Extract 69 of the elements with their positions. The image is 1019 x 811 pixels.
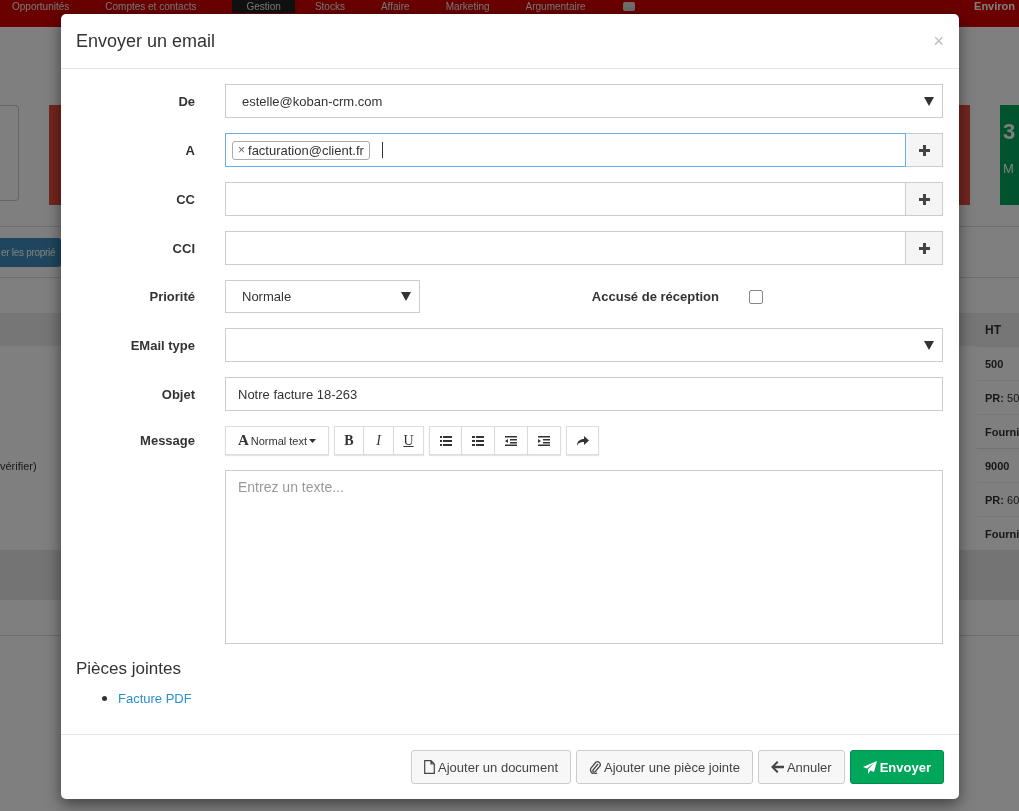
bullet-list-button[interactable] [429,426,462,455]
brand-title: Environ [974,0,1016,14]
field-label: A [184,142,195,158]
caret-icon [924,96,934,106]
table-cell: 500 [985,357,1004,370]
redo-icon [576,435,589,446]
outdent-icon [505,435,517,446]
remove-tag-button[interactable]: × [238,143,245,157]
format-dropdown[interactable]: ANormal text [225,426,329,455]
style-button[interactable]: I [364,426,394,455]
cancel-button[interactable]: Annuler [757,750,845,784]
text-cursor [381,142,383,158]
attachment-link[interactable]: Facture PDF [118,691,192,706]
select-field[interactable] [225,328,943,362]
stat-value: 3 [1003,118,1017,146]
send-button[interactable]: Envoyer [849,750,944,784]
list-icon [439,435,452,446]
stat-label: M [1003,161,1015,176]
table-cell: Fourni [985,527,1019,540]
table-cell: PR: 60 [985,493,1019,506]
attachments-heading: Pièces jointes [76,659,182,679]
arrow-left-icon [770,761,784,773]
plus-icon [918,242,930,254]
attach-button[interactable]: Ajouter une pièce jointe [576,750,753,784]
style-button[interactable]: B [334,426,364,455]
table-cell: 9000 [985,459,1010,472]
priority-select[interactable]: Normale [225,280,420,313]
list-icon [472,435,484,446]
subject-field[interactable]: Notre facture 18-263 [225,377,943,411]
caret-icon [309,438,317,443]
paperclip-icon [589,760,601,774]
redo-button[interactable] [566,426,599,455]
recipient-field[interactable] [225,182,906,216]
paper-plane-icon [862,760,877,774]
outdent-button[interactable] [495,426,528,455]
bullet-icon [102,696,107,701]
table-cell: vérifier) [0,459,37,472]
table-cell: PR: 50 [985,391,1019,404]
add-button[interactable] [906,133,943,167]
caret-icon [401,292,411,301]
recipient-tag: × facturation@client.fr [232,140,370,160]
style-button[interactable]: U [394,426,424,455]
indent-button[interactable] [528,426,561,455]
message-editor[interactable]: Entrez un texte... [225,470,943,644]
caret-icon [924,340,934,350]
field-label: Message [139,433,195,448]
file-icon [424,760,436,774]
plus-icon [918,144,930,156]
recipient-field[interactable]: × facturation@client.fr [225,133,906,167]
nav-tab[interactable]: Gestion [232,0,295,13]
indent-icon [538,435,550,446]
dialog-title: Envoyer un email [76,30,216,52]
receipt-checkbox[interactable] [749,289,763,304]
plus-icon [918,193,930,205]
field-label: Accusé de réception [590,289,719,304]
column-header: HT [985,322,1002,337]
field-label: CCI [171,240,195,256]
select-field[interactable]: estelle@koban-crm.com [225,84,943,118]
table-cell: Fourni [985,425,1019,438]
add-button[interactable] [906,182,943,216]
field-label: De [177,93,195,109]
numbered-list-button[interactable] [462,426,495,455]
field-label: Objet [160,386,195,402]
recipient-field[interactable] [225,231,906,265]
field-label: EMail type [129,337,195,353]
add-button[interactable] [906,231,943,265]
field-label: Priorité [148,289,195,304]
field-label: CC [175,191,195,207]
add-document-button[interactable]: Ajouter un document [411,750,571,784]
